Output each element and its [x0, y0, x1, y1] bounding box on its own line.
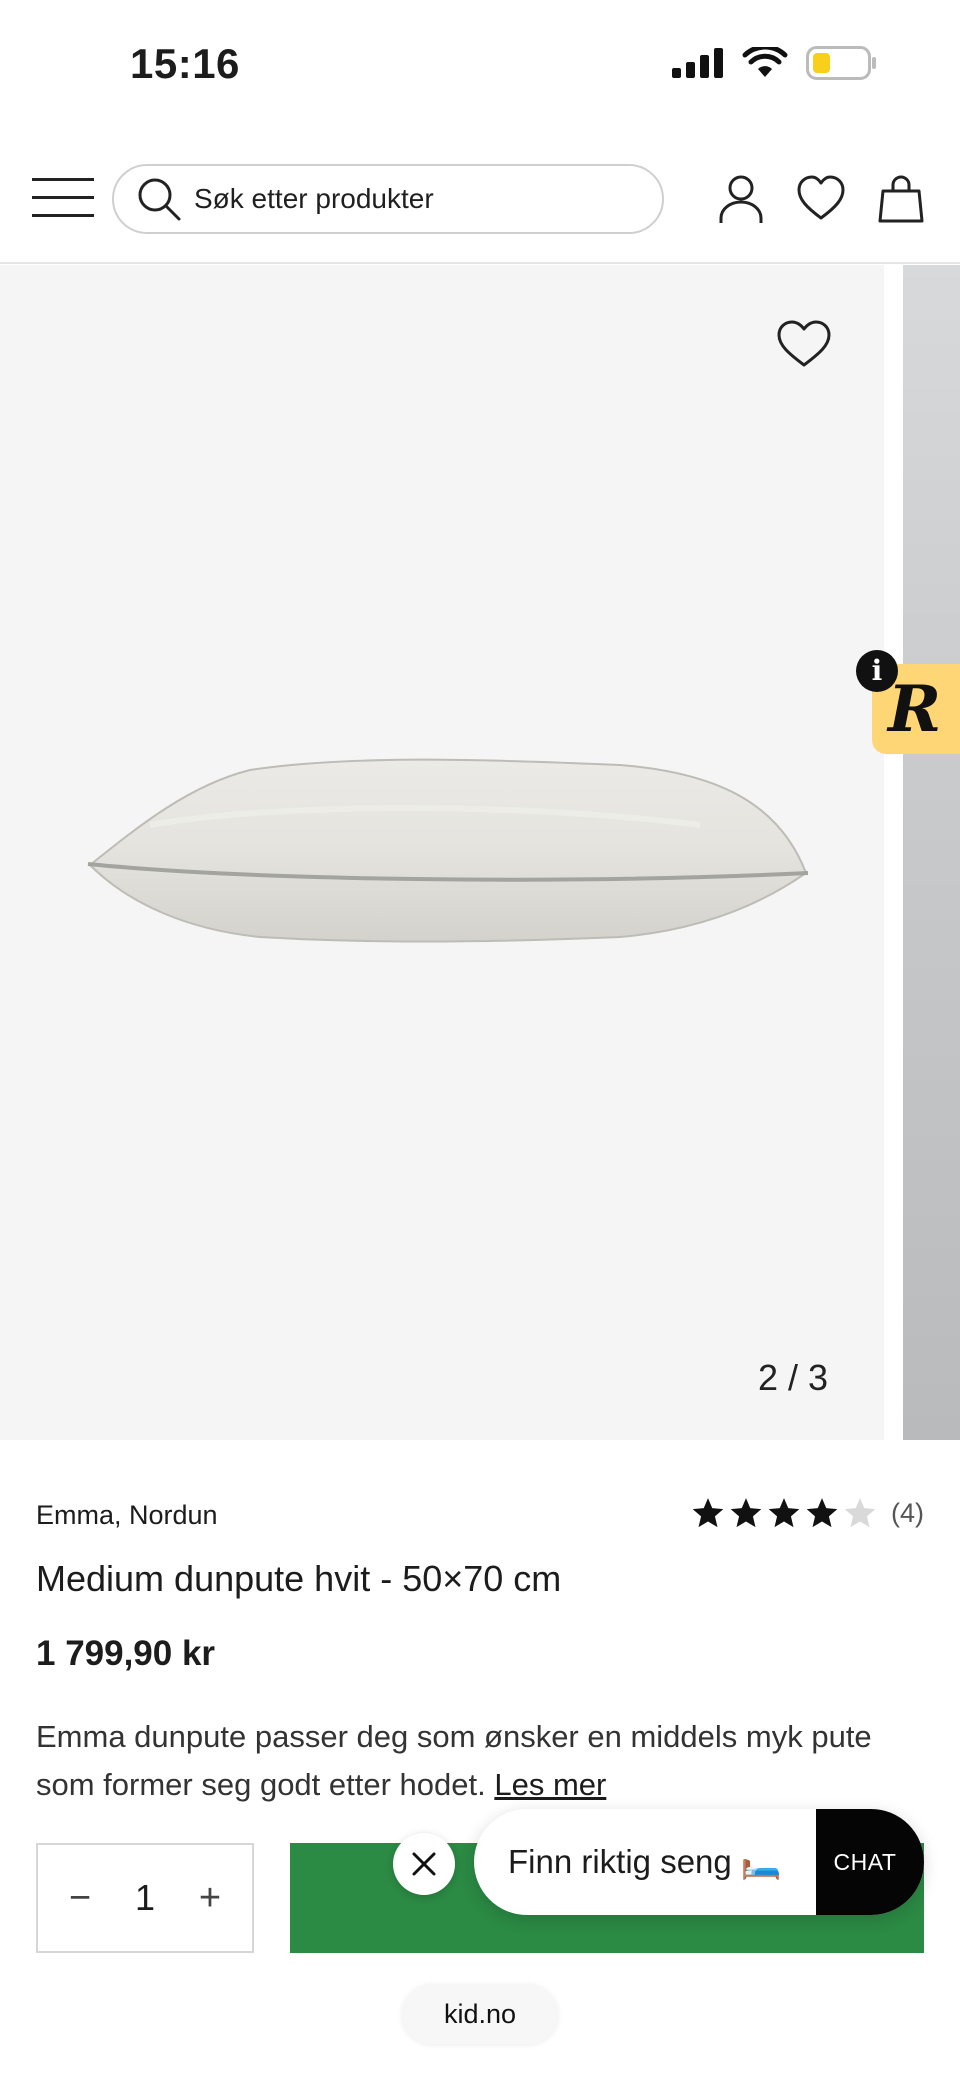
account-icon[interactable]	[716, 174, 766, 224]
search-input[interactable]	[194, 183, 634, 215]
quantity-value[interactable]: 1	[135, 1877, 155, 1919]
next-image-preview[interactable]	[903, 265, 960, 1440]
info-icon[interactable]: i	[856, 650, 898, 692]
site-header	[0, 130, 960, 264]
star-filled-icon	[692, 1498, 724, 1528]
shopping-bag-icon[interactable]	[876, 174, 926, 224]
review-widget-logo: R	[888, 672, 942, 747]
star-filled-icon	[806, 1498, 838, 1528]
status-icons	[672, 46, 878, 80]
product-brand[interactable]: Emma, Nordun	[36, 1500, 218, 1531]
decrease-quantity-button[interactable]: −	[62, 1877, 98, 1920]
search-icon	[138, 178, 181, 221]
search-bar[interactable]	[112, 164, 664, 234]
image-counter: 2 / 3	[757, 1357, 828, 1398]
product-page: 15:16 Søk etter produkter 2 / 3 R i Emma…	[0, 0, 960, 2081]
chat-prompt-label[interactable]: Finn riktig seng 🛏️	[508, 1843, 782, 1882]
status-time: 15:16	[130, 40, 240, 87]
product-title: Medium dunpute hvit - 50×70 cm	[36, 1558, 562, 1599]
battery-icon	[806, 46, 876, 80]
increase-quantity-button[interactable]: +	[192, 1877, 228, 1920]
cellular-signal-icon	[672, 48, 723, 78]
add-to-wishlist-heart-icon[interactable]	[776, 319, 832, 369]
close-icon	[412, 1852, 436, 1876]
status-bar: 15:16	[0, 0, 960, 130]
product-image-slide[interactable]: 2 / 3	[0, 265, 884, 1440]
hamburger-menu-icon[interactable]	[32, 176, 94, 220]
rating-count: (4)	[891, 1497, 924, 1528]
read-more-link[interactable]: Les mer	[494, 1767, 606, 1802]
chat-prompt[interactable]: Finn riktig seng 🛏️ CHAT	[474, 1809, 924, 1915]
chat-button[interactable]: CHAT	[816, 1809, 924, 1915]
chat-close-button[interactable]	[393, 1833, 455, 1895]
quantity-stepper[interactable]: − 1 +	[36, 1843, 254, 1953]
star-filled-icon	[730, 1498, 762, 1528]
product-image-gallery[interactable]: 2 / 3	[0, 265, 960, 1440]
product-rating[interactable]: (4)	[691, 1496, 924, 1530]
star-empty-icon	[844, 1498, 876, 1528]
product-description: Emma dunpute passer deg som ønsker en mi…	[36, 1713, 936, 1809]
wishlist-heart-icon[interactable]	[796, 174, 846, 224]
pillow-image	[87, 758, 809, 943]
browser-url-bar[interactable]: kid.no	[402, 1984, 558, 2044]
product-description-text: Emma dunpute passer deg som ønsker en mi…	[36, 1719, 872, 1802]
product-price: 1 799,90 kr	[36, 1634, 216, 1673]
wifi-icon	[742, 47, 788, 77]
star-filled-icon	[768, 1498, 800, 1528]
